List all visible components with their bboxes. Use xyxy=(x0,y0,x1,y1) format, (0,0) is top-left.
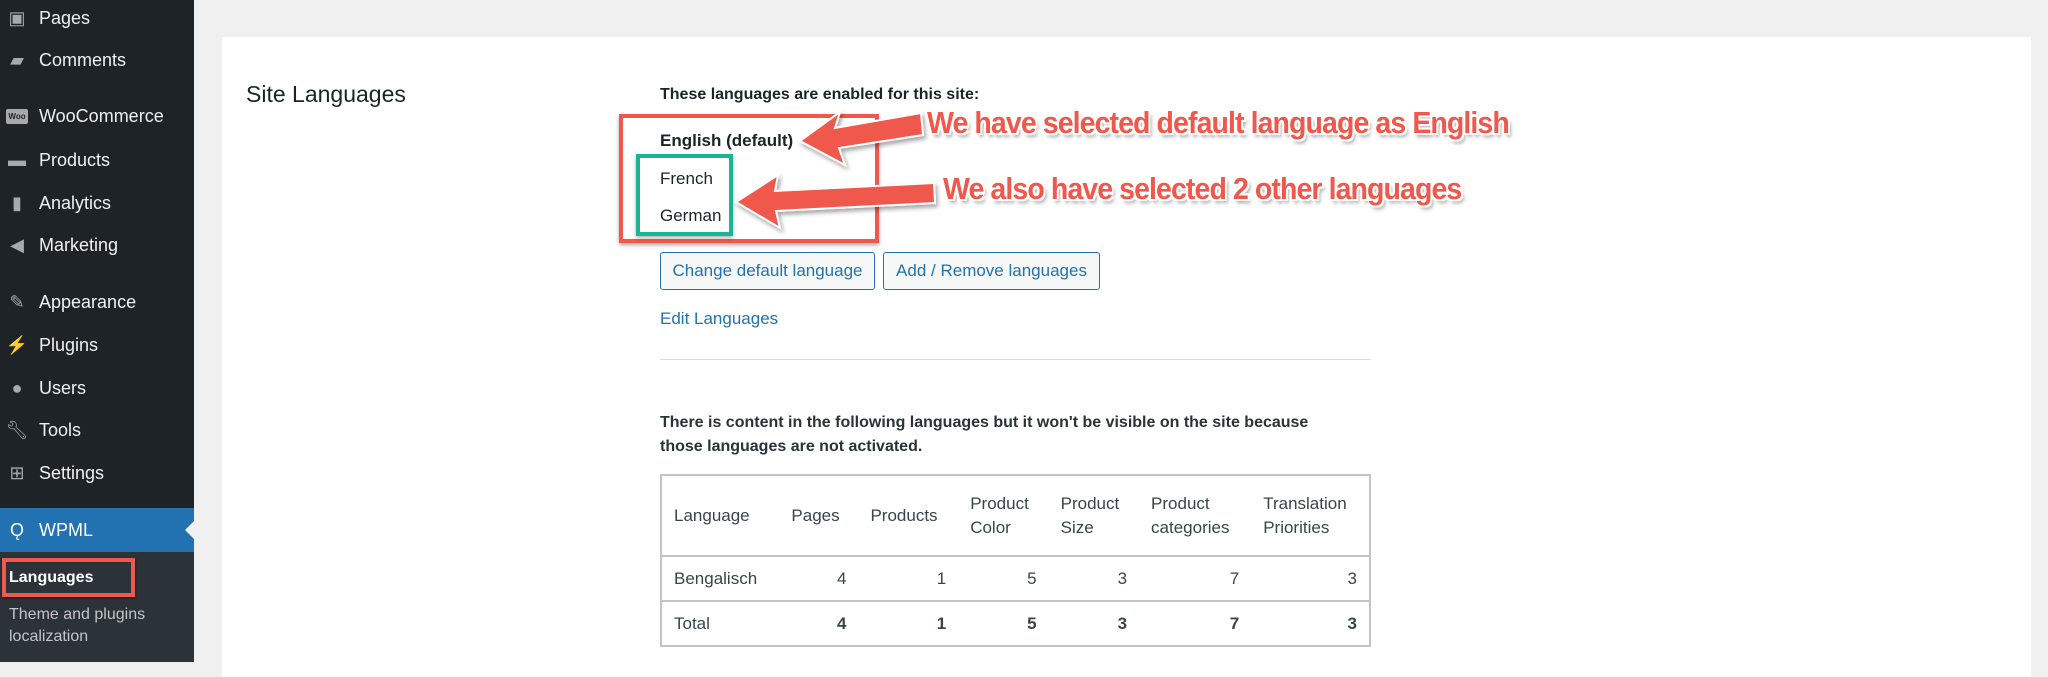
annotation-default-language: We have selected default language as Eng… xyxy=(927,105,1510,140)
annotation-arrows xyxy=(734,109,937,231)
arrow-to-default-icon xyxy=(798,109,925,168)
arrow-to-others-icon xyxy=(734,172,937,231)
annotation-other-languages: We also have selected 2 other languages xyxy=(943,171,1462,206)
